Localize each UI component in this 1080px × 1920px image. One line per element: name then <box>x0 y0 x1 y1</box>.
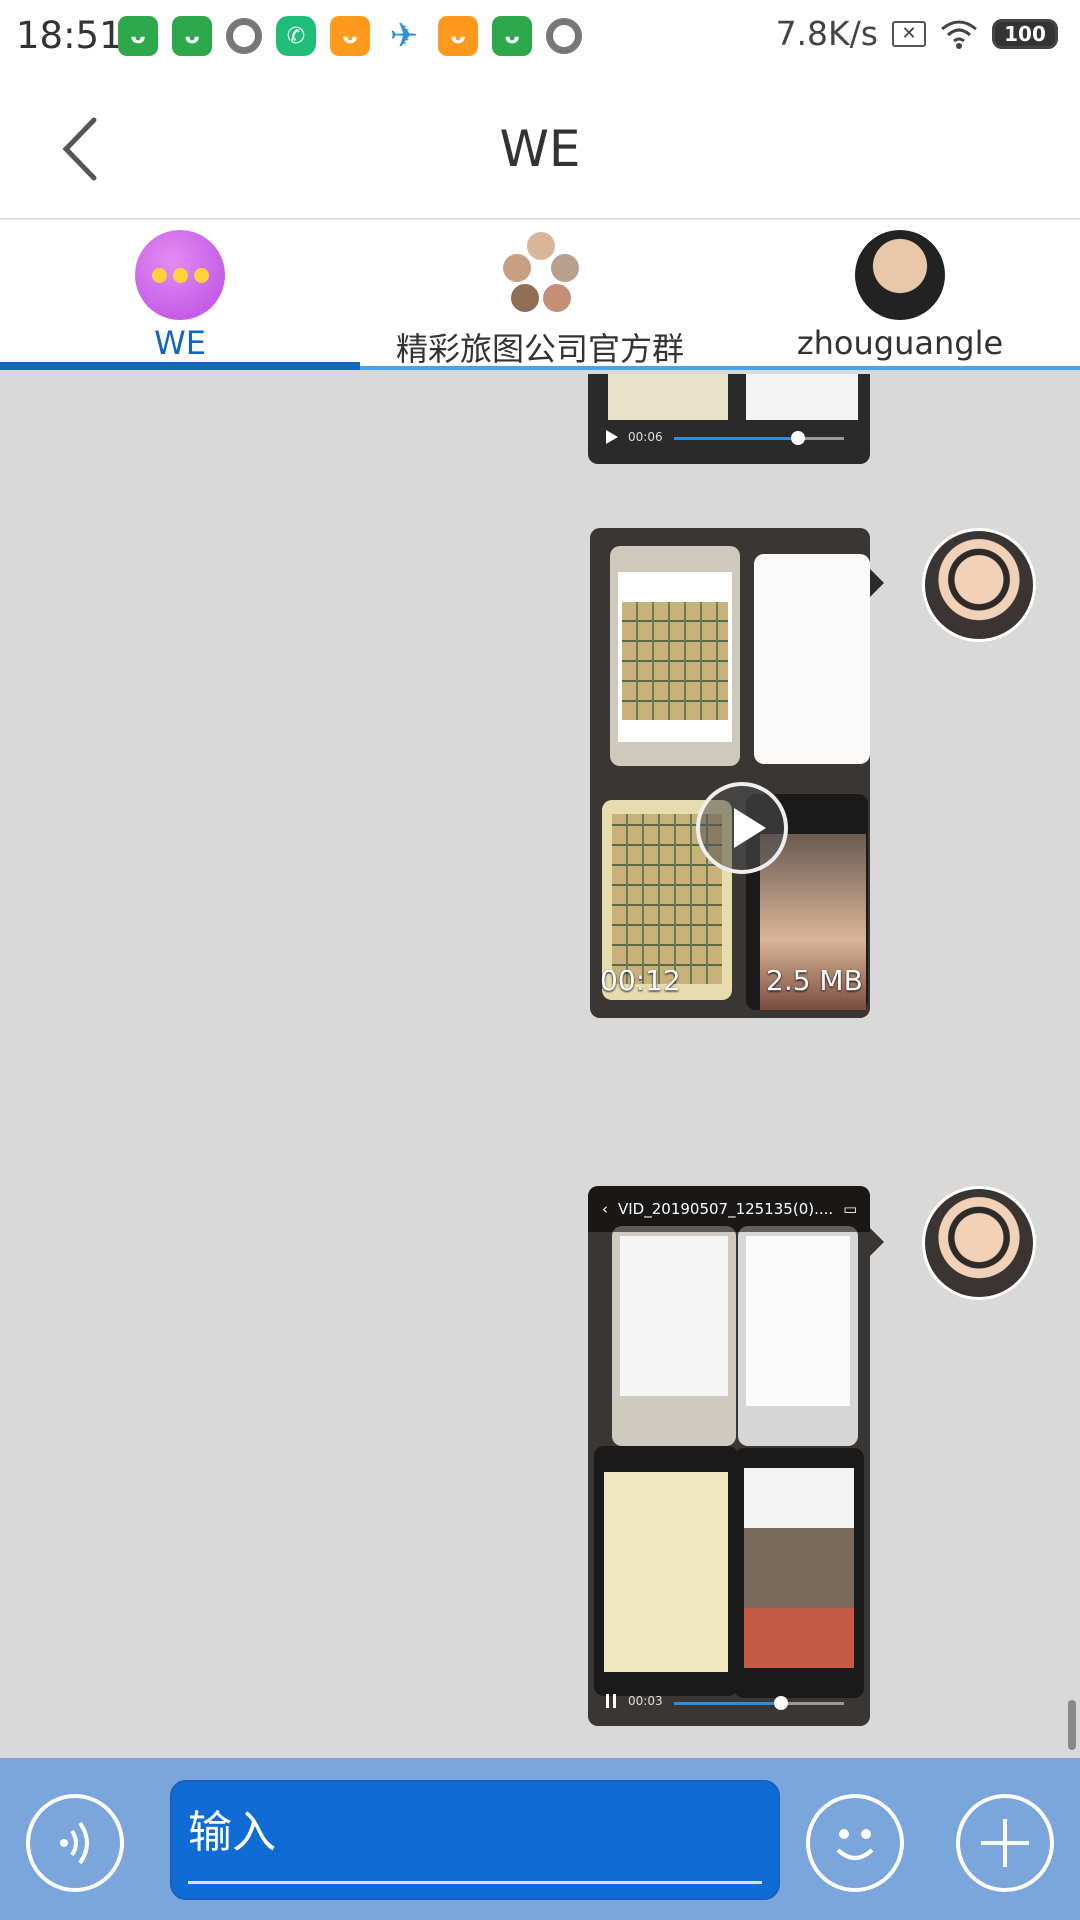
more-dots-icon <box>135 230 225 320</box>
tab-group[interactable]: 精彩旅图公司官方群 <box>360 220 720 370</box>
tab-zhouguangle[interactable]: zhouguangle <box>720 220 1080 370</box>
avatar[interactable] <box>922 528 1036 642</box>
voice-button[interactable] <box>26 1794 124 1892</box>
scrollbar[interactable] <box>1068 1700 1076 1750</box>
seek-knob[interactable] <box>774 1696 788 1710</box>
plus-icon <box>981 1819 1029 1867</box>
message-input-field[interactable] <box>170 1780 780 1900</box>
bubble-tail <box>870 1228 884 1256</box>
bubble-tail <box>870 569 884 597</box>
seek-progress <box>674 437 797 440</box>
video-frame <box>594 1446 738 1696</box>
voice-icon <box>60 1821 89 1865</box>
seek-knob[interactable] <box>791 431 805 445</box>
video-message[interactable]: ‹ VID_20190507_125135(0).... ▭ ⋮ 00:03 <box>588 1186 870 1726</box>
seek-bar[interactable] <box>674 431 844 445</box>
video-duration: 00:12 <box>600 964 681 997</box>
shopping-bag-icon: ᴗ <box>172 16 212 56</box>
video-frame <box>612 1226 736 1446</box>
notification-icons: ᴗ ᴗ ✆ ᴗ ✈ ᴗ ᴗ <box>118 14 582 58</box>
input-bar <box>0 1758 1080 1920</box>
tab-label: WE <box>154 324 206 362</box>
tab-label: 精彩旅图公司官方群 <box>395 330 684 368</box>
avatar <box>855 230 945 320</box>
avatar[interactable] <box>922 1186 1036 1300</box>
tab-label: zhouguangle <box>796 324 1004 362</box>
video-frame <box>738 1226 858 1446</box>
group-avatar <box>495 230 585 320</box>
shopping-bag-icon: ᴗ <box>118 16 158 56</box>
play-icon[interactable] <box>606 430 618 444</box>
status-right: 7.8K/s ✕ 100 <box>776 14 1058 53</box>
page-title: WE <box>499 120 581 178</box>
seek-progress <box>674 1702 780 1705</box>
more-icon[interactable]: ⋮ <box>867 1200 870 1218</box>
video-top-bar: ‹ VID_20190507_125135(0).... ▭ ⋮ <box>588 1186 870 1232</box>
circle-icon <box>546 18 582 54</box>
tab-we[interactable]: WE <box>0 220 360 370</box>
play-button[interactable] <box>696 782 788 874</box>
back-icon[interactable]: ‹ <box>602 1200 608 1218</box>
pause-icon[interactable] <box>606 1694 616 1708</box>
plus-button[interactable] <box>956 1794 1054 1892</box>
input-underline <box>188 1881 762 1884</box>
video-title: VID_20190507_125135(0).... <box>618 1200 834 1218</box>
video-message[interactable]: 00:06 <box>588 374 870 464</box>
video-message[interactable]: 00:12 2.5 MB <box>590 528 870 1018</box>
wifi-icon <box>941 20 977 49</box>
video-frame <box>746 374 858 420</box>
chat-tabs: WE 精彩旅图公司官方群 zhouguangle <box>0 220 1080 370</box>
video-frame <box>608 374 728 420</box>
circle-icon <box>226 18 262 54</box>
orange-app-icon: ᴗ <box>330 16 370 56</box>
shopping-bag-icon: ᴗ <box>492 16 532 56</box>
seek-bar[interactable] <box>674 1696 844 1710</box>
no-sim-icon: ✕ <box>892 20 926 47</box>
message-input[interactable] <box>188 1800 748 1864</box>
video-size: 2.5 MB <box>766 964 863 997</box>
emoji-button[interactable] <box>806 1794 904 1892</box>
network-speed: 7.8K/s <box>775 14 878 53</box>
video-frame <box>754 554 870 764</box>
current-time: 00:06 <box>628 430 663 444</box>
smiley-icon <box>836 1829 874 1860</box>
battery-icon: 100 <box>992 18 1058 49</box>
status-bar: 18:51 ᴗ ᴗ ✆ ᴗ ✈ ᴗ ᴗ 7.8K/s ✕ 100 <box>0 0 1080 74</box>
orange-app-icon: ᴗ <box>438 16 478 56</box>
title-bar: WE <box>0 74 1080 220</box>
paper-plane-icon: ✈ <box>389 16 419 56</box>
chat-app-icon: ✆ <box>276 16 316 56</box>
cast-icon[interactable]: ▭ <box>843 1200 857 1218</box>
message-list[interactable]: 00:06 00:12 2.5 MB ‹ VID_20190507_125135… <box>0 374 1080 1758</box>
video-frame <box>610 546 740 766</box>
current-time: 00:03 <box>628 1694 663 1708</box>
video-frame <box>734 1448 864 1698</box>
status-time: 18:51 <box>16 14 123 57</box>
